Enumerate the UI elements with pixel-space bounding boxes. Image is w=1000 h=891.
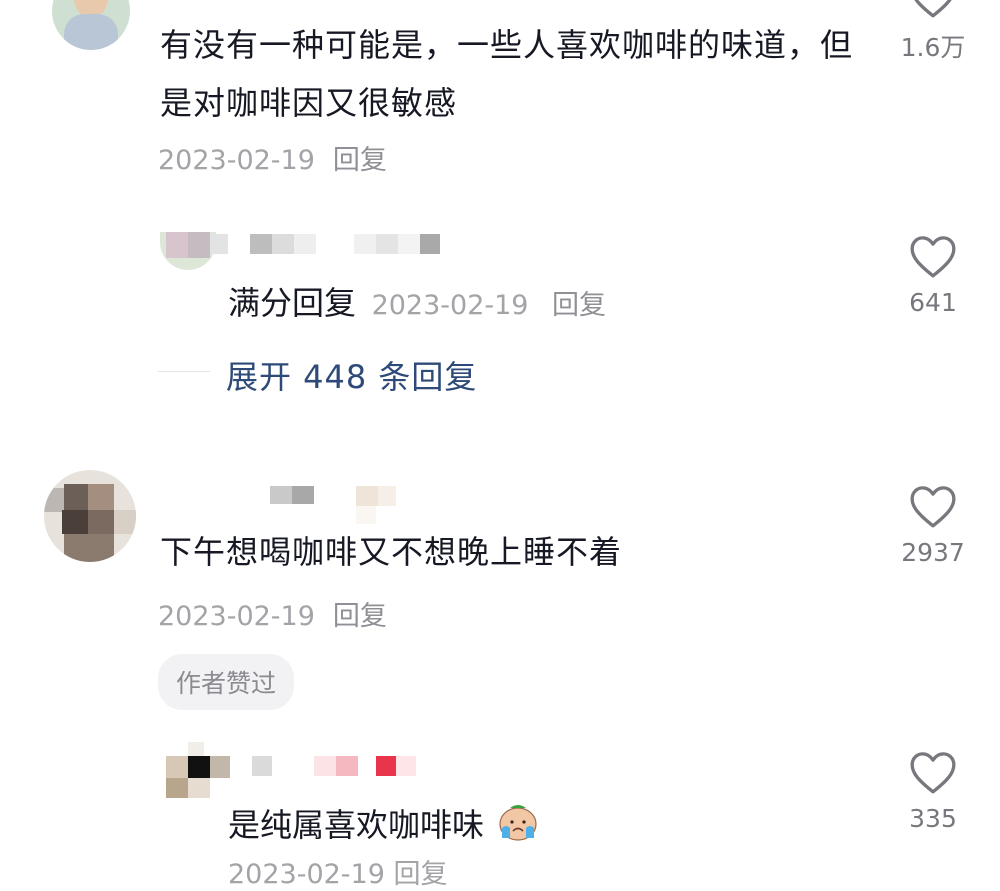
comment-meta: 2023-02-19 回复 — [158, 138, 387, 177]
like-count: 2937 — [901, 538, 965, 567]
reply-meta-partial: 2023-02-19 回复 — [228, 859, 448, 890]
comment-text: 有没有一种可能是，一些人喜欢咖啡的味道，但是对咖啡因又很敏感 — [160, 26, 854, 122]
reply-avatar[interactable] — [160, 232, 216, 270]
like-count: 335 — [909, 804, 957, 833]
reply-content: 是纯属喜欢咖啡味 — [228, 806, 485, 844]
like-count: 641 — [909, 288, 957, 317]
comment-meta: 2023-02-19 回复 — [158, 594, 387, 633]
heart-icon — [910, 236, 956, 278]
user-avatar[interactable] — [44, 470, 136, 562]
like-button[interactable]: 2937 — [897, 482, 969, 567]
comment-date: 2023-02-19 — [158, 145, 315, 176]
blurred-username — [210, 234, 450, 256]
heart-icon — [910, 486, 956, 528]
reply-avatar[interactable] — [166, 742, 230, 798]
like-button[interactable]: 1.6万 — [897, 0, 969, 64]
reply-text: 是纯属喜欢咖啡味 — [228, 800, 540, 850]
expand-divider — [158, 371, 210, 372]
like-button[interactable]: 641 — [897, 232, 969, 317]
reply-button[interactable]: 回复 — [552, 290, 606, 321]
like-count: 1.6万 — [900, 33, 966, 62]
user-avatar[interactable] — [52, 0, 130, 50]
blurred-username — [270, 486, 400, 526]
reply-prefix: 满分回复 — [228, 284, 357, 322]
heart-icon — [910, 752, 956, 794]
reply-date: 2023-02-19 — [371, 290, 529, 321]
reply-meta: 满分回复 2023-02-19 回复 — [228, 278, 606, 324]
like-button[interactable]: 335 — [897, 748, 969, 833]
reply-button[interactable]: 回复 — [333, 145, 387, 176]
blurred-username — [252, 756, 422, 778]
comment-text: 下午想喝咖啡又不想晚上睡不着 — [160, 533, 623, 571]
author-liked-badge: 作者赞过 — [158, 654, 295, 710]
comment-date: 2023-02-19 — [158, 601, 315, 632]
expand-replies-link[interactable]: 展开 448 条回复 — [226, 352, 477, 398]
crying-face-emoji-icon — [496, 802, 540, 850]
heart-icon — [914, 0, 952, 18]
reply-button[interactable]: 回复 — [333, 601, 387, 632]
